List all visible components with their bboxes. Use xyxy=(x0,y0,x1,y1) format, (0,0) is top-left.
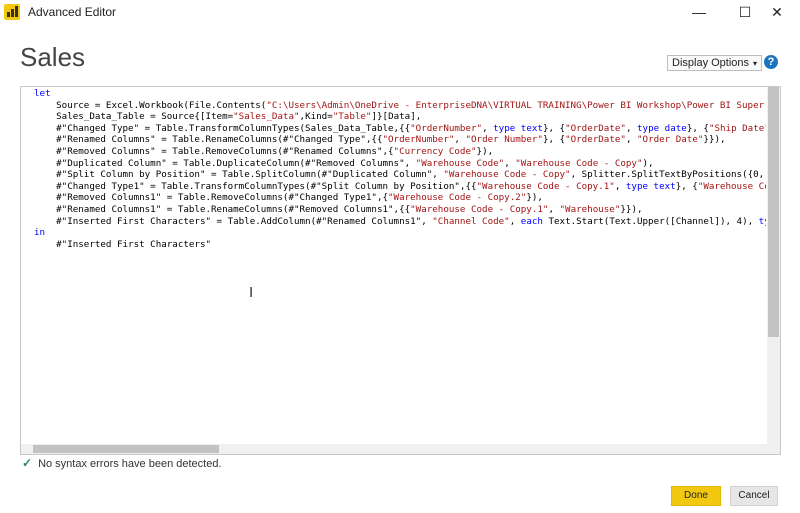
code-token: ,Kind= xyxy=(299,111,333,123)
code-token: , xyxy=(509,215,521,227)
code-token: #"Changed Type" = Table.TransformColumnT… xyxy=(34,122,411,134)
code-token: Sales_Data_Table = Source{[Item= xyxy=(34,111,234,123)
code-token: "Warehouse Code - Copy.2" xyxy=(388,192,527,204)
code-token: , Splitter.SplitTextByPositions({0, 3}, xyxy=(570,169,765,181)
vertical-scrollbar[interactable] xyxy=(767,87,780,454)
code-token: "Warehouse Code - Copy" xyxy=(515,157,643,169)
help-icon[interactable]: ? xyxy=(764,55,778,69)
code-token: each xyxy=(520,215,543,227)
code-token: ), xyxy=(642,157,654,169)
code-token: , xyxy=(625,134,638,146)
code-token: "Warehouse Code - Copy.1" xyxy=(476,180,615,192)
code-line: #"Changed Type1" = Table.TransformColumn… xyxy=(34,181,766,193)
checkmark-icon: ✓ xyxy=(22,456,33,470)
code-token: }}), xyxy=(620,203,643,215)
code-line: #"Inserted First Characters" xyxy=(34,239,766,251)
horizontal-scroll-thumb[interactable] xyxy=(33,445,219,453)
code-token: , xyxy=(625,122,638,134)
horizontal-scrollbar[interactable] xyxy=(21,444,767,454)
code-token: #"Removed Columns" = Table.RemoveColumns… xyxy=(34,145,394,157)
code-token: in xyxy=(34,227,46,239)
code-token: "Table" xyxy=(332,111,372,123)
syntax-status-text: No syntax errors have been detected. xyxy=(38,458,222,470)
display-options-label: Display Options xyxy=(672,57,750,69)
code-token: "Channel Code" xyxy=(432,215,510,227)
code-line: #"Renamed Columns1" = Table.RenameColumn… xyxy=(34,204,766,216)
window-title: Advanced Editor xyxy=(28,5,117,19)
code-token: "C:\Users\Admin\OneDrive - EnterpriseDNA… xyxy=(266,99,766,111)
code-token: "Warehouse Code - Copy.1" xyxy=(410,203,549,215)
code-token: ]}[Data], xyxy=(371,111,422,123)
code-text[interactable]: let Source = Excel.Workbook(File.Content… xyxy=(34,88,766,438)
code-token: "Order Date" xyxy=(637,134,704,146)
code-line: #"Split Column by Position" = Table.Spli… xyxy=(34,169,766,181)
code-line: #"Removed Columns" = Table.RemoveColumns… xyxy=(34,146,766,158)
code-token: let xyxy=(34,88,51,99)
display-options-dropdown[interactable]: Display Options ▾ xyxy=(667,55,763,71)
code-token: Source = Excel.Workbook(File.Contents( xyxy=(34,99,267,111)
page-title: Sales xyxy=(20,42,86,72)
done-button[interactable]: Done xyxy=(671,486,721,506)
code-line: #"Renamed Columns" = Table.RenameColumns… xyxy=(34,134,766,146)
code-token: }, { xyxy=(675,180,698,192)
code-token: , xyxy=(482,122,494,134)
code-token: #"Removed Columns1" = Table.RemoveColumn… xyxy=(34,192,389,204)
code-token: "Warehouse Code - Copy" xyxy=(443,169,571,181)
code-token: , xyxy=(504,157,516,169)
code-token: #"Inserted First Characters" xyxy=(34,238,212,250)
code-token: }, { xyxy=(542,122,566,134)
code-token: #"Changed Type1" = Table.TransformColumn… xyxy=(34,180,477,192)
code-token: type date xyxy=(637,122,687,134)
code-line: #"Duplicated Column" = Table.DuplicateCo… xyxy=(34,158,766,170)
power-bi-icon xyxy=(4,4,20,20)
code-editor[interactable]: let Source = Excel.Workbook(File.Content… xyxy=(20,86,781,455)
text-cursor-icon: I xyxy=(249,284,254,301)
code-token: "Warehouse Code" xyxy=(415,157,505,169)
code-token: "OrderDate" xyxy=(565,122,626,134)
code-line: Sales_Data_Table = Source{[Item="Sales_D… xyxy=(34,111,766,123)
code-token: }}), xyxy=(703,134,726,146)
code-token: type text xyxy=(493,122,543,134)
code-token: #"Duplicated Column" = Table.DuplicateCo… xyxy=(34,157,416,169)
code-token: , xyxy=(614,180,626,192)
code-line: #"Inserted First Characters" = Table.Add… xyxy=(34,216,766,228)
code-token: "OrderDate" xyxy=(565,134,626,146)
code-line: in xyxy=(34,227,766,239)
code-token: #"Renamed Columns1" = Table.RenameColumn… xyxy=(34,203,411,215)
vertical-scroll-thumb[interactable] xyxy=(768,87,779,337)
code-line: Source = Excel.Workbook(File.Contents("C… xyxy=(34,100,766,112)
code-token: }, { xyxy=(686,122,709,134)
code-token: type text xyxy=(758,215,766,227)
code-token: }), xyxy=(476,145,494,157)
code-token: Text.Start(Text.Upper([Channel]), 4), xyxy=(542,215,759,227)
code-token: "Ship Date" xyxy=(708,122,766,134)
code-token: "Warehouse" xyxy=(559,203,621,215)
close-button[interactable]: ✕ xyxy=(754,0,800,24)
code-line: #"Changed Type" = Table.TransformColumnT… xyxy=(34,123,766,135)
code-line: #"Removed Columns1" = Table.RemoveColumn… xyxy=(34,192,766,204)
code-token: "Order Number" xyxy=(465,134,543,146)
code-token: "Warehouse Code - Cop xyxy=(697,180,766,192)
code-token: }, { xyxy=(542,134,566,146)
code-token: , xyxy=(548,203,560,215)
code-token: "OrderNumber" xyxy=(410,122,483,134)
minimize-button[interactable]: — xyxy=(676,0,722,24)
code-token: #"Renamed Columns" = Table.RenameColumns… xyxy=(34,134,383,146)
chevron-down-icon: ▾ xyxy=(753,59,758,68)
code-token: }), xyxy=(526,192,543,204)
code-token: , xyxy=(454,134,466,146)
cancel-button[interactable]: Cancel xyxy=(730,486,778,506)
code-token: #"Inserted First Characters" = Table.Add… xyxy=(34,215,433,227)
title-bar: Advanced Editor — ☐ ✕ xyxy=(0,0,800,24)
code-token: #"Split Column by Position" = Table.Spli… xyxy=(34,169,444,181)
code-token: "Sales_Data" xyxy=(233,111,300,123)
code-line: let xyxy=(34,88,766,100)
code-token: "Currency Code" xyxy=(393,145,477,157)
syntax-status: ✓ No syntax errors have been detected. xyxy=(22,456,222,470)
code-token: type text xyxy=(625,180,676,192)
code-token: "OrderNumber" xyxy=(382,134,455,146)
